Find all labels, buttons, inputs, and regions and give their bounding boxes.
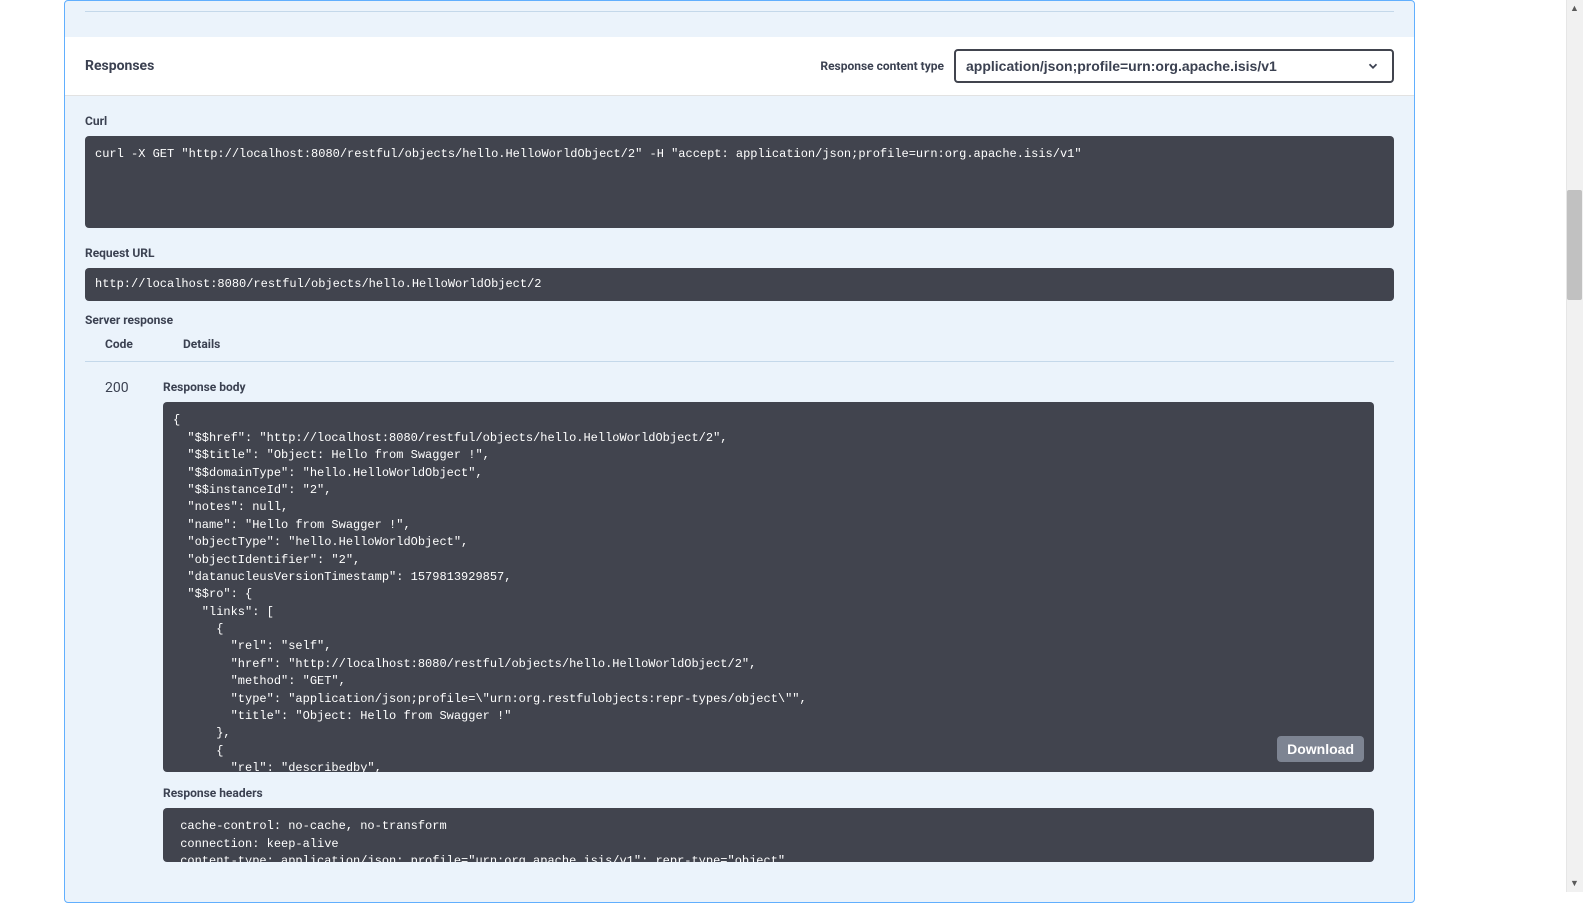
responses-title: Responses [85,58,154,74]
responses-panel: Responses Response content type applicat… [64,0,1415,903]
request-url-block[interactable]: http://localhost:8080/restful/objects/he… [85,268,1394,301]
response-headers-label: Response headers [163,786,1374,800]
code-column-header: Code [105,337,183,351]
content-type-select[interactable]: application/json;profile=urn:org.apache.… [954,49,1394,83]
details-column-header: Details [183,337,220,351]
server-response-label: Server response [65,301,1414,337]
scroll-down-icon[interactable]: ▼ [1566,875,1583,892]
request-url-label: Request URL [85,246,1394,260]
responses-bar: Responses Response content type applicat… [65,37,1414,96]
download-button[interactable]: Download [1277,736,1364,762]
curl-block[interactable]: curl -X GET "http://localhost:8080/restf… [85,136,1394,228]
curl-label: Curl [85,114,1394,128]
response-table-head: Code Details [85,337,1394,362]
response-row: 200 Response body { "$$href": "http://lo… [65,362,1414,862]
response-headers-block[interactable]: cache-control: no-cache, no-transform co… [163,808,1374,862]
page-scrollbar[interactable]: ▲ ▼ [1566,0,1583,892]
response-code: 200 [85,380,163,862]
scroll-up-icon[interactable]: ▲ [1566,0,1583,17]
divider [85,11,1394,12]
scroll-thumb[interactable] [1567,190,1582,300]
response-body-block[interactable]: { "$$href": "http://localhost:8080/restf… [163,402,1374,772]
response-body-label: Response body [163,380,1374,394]
content-type-label: Response content type [820,59,944,73]
